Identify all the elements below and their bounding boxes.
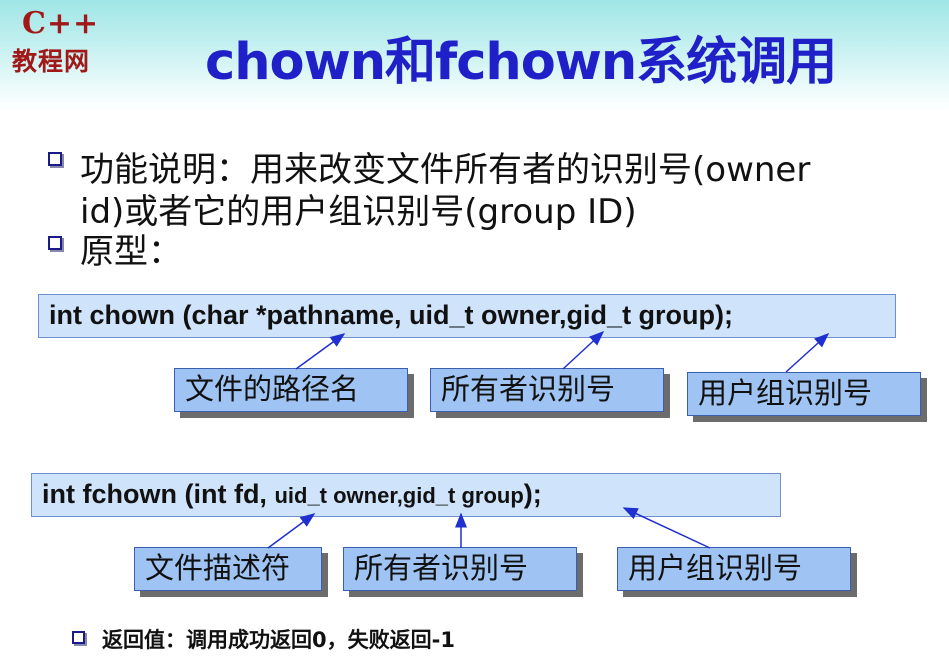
return-value-note: 返回值：调用成功返回0，失败返回-1 [102, 628, 455, 652]
arrow-fd [267, 513, 316, 549]
arrow-pathname [295, 333, 346, 370]
annotation-arrows [267, 330, 830, 549]
arrow-owner [562, 330, 605, 370]
arrow-group [785, 332, 830, 373]
footer-bullet-icon [72, 631, 85, 644]
arrow-group-2 [622, 507, 711, 549]
